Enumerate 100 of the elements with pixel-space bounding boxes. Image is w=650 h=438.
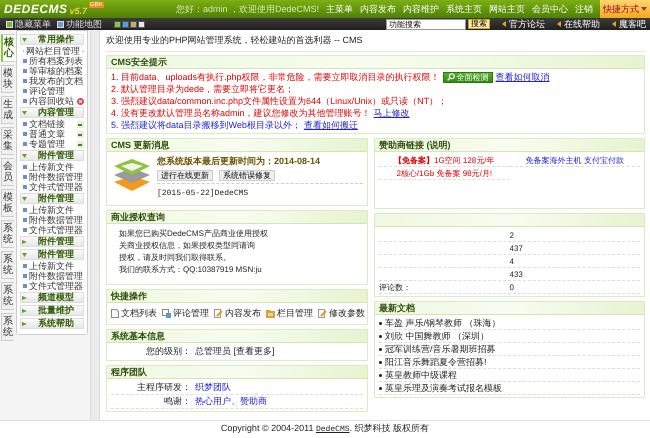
feature-map-link[interactable]: 功能地图 [57,18,102,30]
side-tab[interactable]: 模块 [1,65,14,93]
theme-swatch[interactable] [114,20,121,28]
nav-link[interactable]: 会员中心 [532,2,568,16]
theme-swatch[interactable] [138,20,145,28]
menu-group-header[interactable]: 附件管理 [20,236,84,247]
bullet-icon [23,274,27,278]
menu-item[interactable]: 普通文章 [29,128,65,140]
license-text: 关商业授权信息，如果授权类型同请询 [119,240,256,252]
license-text: 我们的联系方式：QQ:10387919 MSN:ju [119,264,263,276]
article-link[interactable]: 冠军训练营/音乐暑期班招募 [385,342,496,356]
search-button[interactable]: 搜索 [468,19,490,29]
theme-swatch[interactable] [130,20,137,28]
bullet-icon [23,99,27,103]
caret-icon [22,296,27,300]
toolbar-link[interactable]: 官方论坛 [502,18,545,30]
side-tab[interactable]: 会员 [1,158,14,186]
side-tab[interactable]: 核心 [1,34,15,62]
article-link[interactable]: 英皇乐理及演奏考试报名模板 [385,382,502,394]
quick-link[interactable]: 内容发布 [214,307,261,320]
menu-item[interactable]: 文件式管理器 [29,224,83,236]
bullet-icon [379,348,382,350]
menu-item[interactable]: 我发布的文档 [29,74,83,88]
menu-item[interactable]: 等审核的档案 [29,64,83,78]
side-tab[interactable]: 采集 [1,127,14,155]
nav-link[interactable]: 注销 [575,2,593,16]
quick-link[interactable]: 修改参数 [318,307,365,320]
quick-link[interactable]: 栏目管理 [266,307,313,320]
sponsor-link[interactable]: 2核心/1Gb 免备案 98元/月! [379,167,510,180]
security-tip: 2. 默认管理目录为dede，需要立即将它更名； [111,82,294,96]
menu-item[interactable]: 所有档案列表 [29,54,83,68]
caret-icon [22,38,27,42]
hide-menu-link[interactable]: 隐藏菜单 [6,18,51,30]
menu-item[interactable]: 文档链接 [29,118,65,130]
menu-item[interactable]: 上传新文件 [29,160,74,174]
panel-title: 系统基本信息 [111,330,165,342]
theme-swatch[interactable] [122,20,129,28]
side-tab[interactable]: 生成 [1,96,14,124]
menu-item[interactable]: 文件式管理器 [29,280,83,292]
nav-link[interactable]: 内容维护 [403,2,439,16]
license-text: 如果您已购买DedeCMS产品商业使用授权 [119,228,269,240]
help-link[interactable]: 马上修改 [374,106,410,120]
article-link[interactable]: 阳江音乐舞蹈夏令营招募! [385,356,487,368]
credit-link[interactable]: 织梦团队 [195,381,231,394]
nav-link[interactable]: 系统主页 [446,2,482,16]
scrollbar[interactable] [90,30,99,420]
menu-item[interactable]: 网站栏目管理 [26,44,80,58]
dedecms-link[interactable]: DedeCMS [316,424,350,434]
shortcut-dropdown[interactable]: 快捷方式 [600,0,650,18]
update-button[interactable]: 进行在线更新 [157,170,213,181]
menu-group-header[interactable]: 附件管理 [20,193,84,204]
sponsor-link[interactable]: 免备案海外主机 支付宝付款 [510,154,640,167]
menu-group-header[interactable]: 常用操作 [20,34,84,45]
caret-icon [22,252,27,256]
menu-item[interactable]: 专题管理 [29,138,65,150]
toolbar-link[interactable]: 在线帮助 [557,18,600,30]
caret-icon [22,196,27,200]
menu-group-header[interactable]: 批量维护 [20,305,84,316]
article-link[interactable]: 英皇教师中级课程 [385,368,457,382]
toolbar-link[interactable]: 魔客吧 [612,18,646,30]
side-tab[interactable]: 系统 [1,251,14,279]
stat-value: 433 [510,270,523,278]
delete-icon[interactable] [77,98,84,104]
menu-group-header[interactable]: 频道模型 [20,292,84,303]
panel-title: 最新文档 [379,302,415,314]
menu-item[interactable]: 附件数据管理 [29,270,83,282]
folder-icon [266,309,275,318]
menu-item[interactable]: 附件数据管理 [29,170,83,184]
update-button[interactable]: 系统错误修复 [219,170,275,181]
quick-link[interactable]: 评论管理 [162,307,209,320]
help-link[interactable]: 查看如何取消 [496,70,550,84]
menu-item[interactable]: 上传新文件 [29,260,74,272]
menu-item[interactable]: 附件数据管理 [29,214,83,226]
panel-title: CMS 更新消息 [111,138,170,152]
caret-icon [22,240,27,244]
side-tab[interactable]: 系统 [1,282,14,310]
search-field[interactable]: 功能搜索 [386,18,466,30]
help-link[interactable]: 查看如何搬迁 [304,118,358,132]
menu-item[interactable]: 内容回收站 [29,94,74,108]
menu-item[interactable]: 上传新文件 [29,204,74,216]
side-tab[interactable]: 系统 [1,220,14,248]
bullet-icon [379,322,382,324]
menu-group-header[interactable]: 系统帮助 [20,318,84,329]
article-link[interactable]: 刘欣 中国舞教师 （深圳） [385,330,490,342]
side-tab[interactable]: 模板 [1,189,14,217]
side-tab[interactable]: 系统 [1,313,14,341]
sponsor-link[interactable]: 【免备案】1G空间 128元/年 [379,154,510,167]
nav-link[interactable]: 内容发布 [360,2,396,16]
caret-icon [22,110,27,114]
menu-group-header[interactable]: 附件管理 [20,150,84,161]
menu-item[interactable]: 评论管理 [29,84,65,98]
bullet-icon [23,122,27,126]
article-link[interactable]: 车盈 声乐/钢琴教师 （珠海） [385,316,501,330]
menu-group-header[interactable]: 内容管理 [20,107,84,118]
credit-link[interactable]: 热心用户、赞助商 [195,395,267,408]
menu-group-header[interactable]: 附件管理 [20,249,84,260]
quick-link[interactable]: 文档列表 [111,307,157,320]
menu-item[interactable]: 文件式管理器 [29,180,83,194]
stat-value: 2 [510,230,514,240]
nav-link[interactable]: 网站主页 [489,2,525,16]
